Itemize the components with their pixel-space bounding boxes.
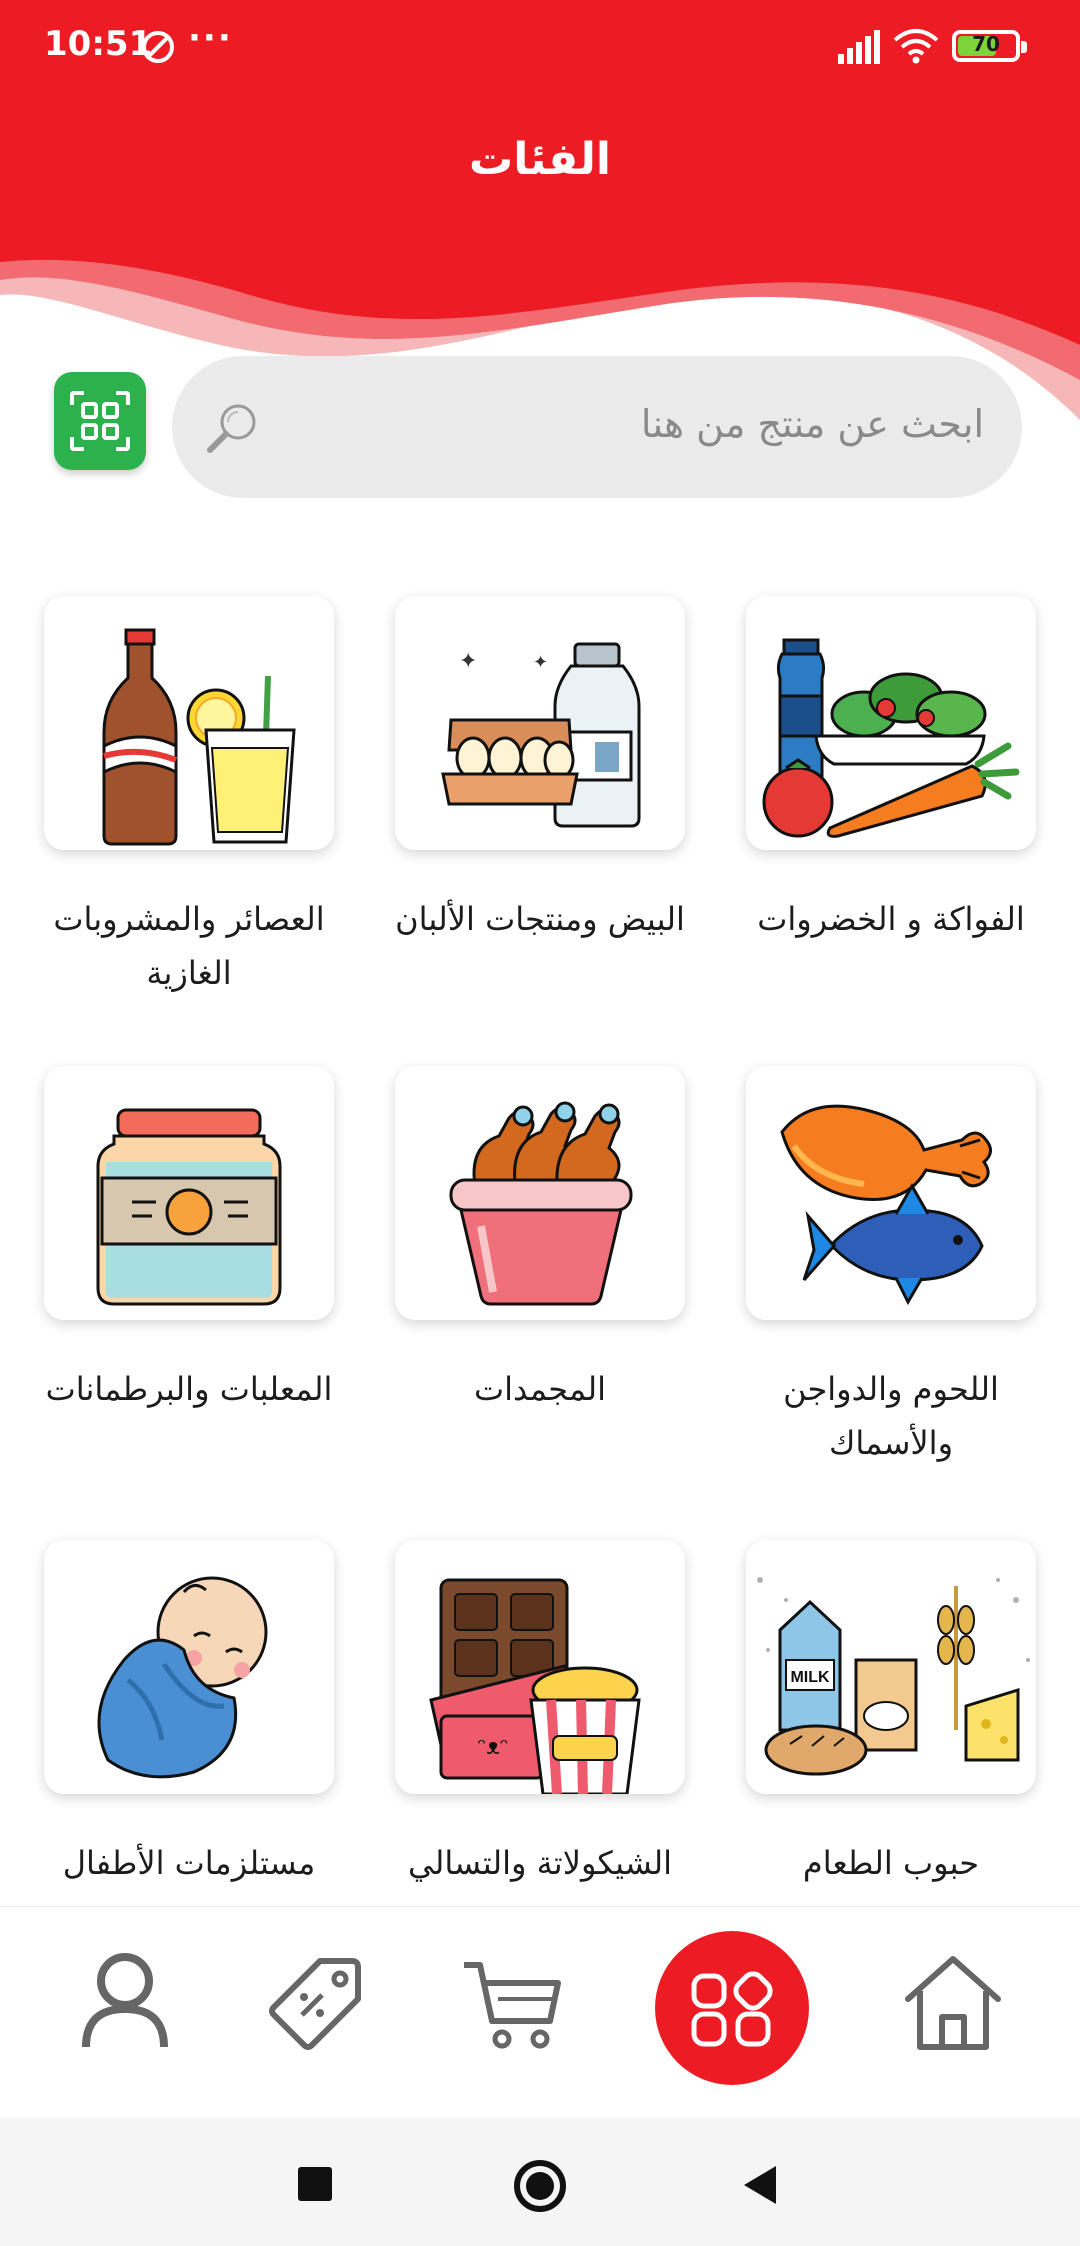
search-placeholder: ابحث عن منتج من هنا: [640, 402, 984, 446]
system-back-button[interactable]: [744, 2166, 776, 2204]
drinks-icon: [102, 628, 296, 846]
status-bar: 10:51 ··· 70: [0, 0, 1080, 90]
search-input[interactable]: ابحث عن منتج من هنا: [172, 356, 1022, 498]
category-meat-poultry-fish[interactable]: اللحوم والدواجن والأسماك: [746, 1066, 1036, 1470]
category-frozen[interactable]: المجمدات: [395, 1066, 685, 1416]
category-card[interactable]: ᵔᴥᵔ: [395, 1540, 685, 1794]
category-chocolate-snacks[interactable]: ᵔᴥᵔ الشيكولاتة والتسالي: [395, 1540, 685, 1890]
category-card[interactable]: [44, 596, 334, 850]
category-card[interactable]: [44, 1540, 334, 1794]
home-icon: [905, 1956, 1001, 2050]
nav-categories[interactable]: [655, 1931, 809, 2085]
category-card[interactable]: MILK: [746, 1540, 1036, 1794]
category-label: مستلزمات الأطفال: [62, 1844, 316, 1882]
svg-text:✦: ✦: [533, 652, 548, 673]
category-juices-drinks[interactable]: العصائر والمشروبات الغازية: [44, 596, 334, 1000]
qr-code-icon: [70, 391, 130, 451]
qr-scan-button[interactable]: [54, 372, 146, 470]
categories-icon: [691, 1971, 773, 2047]
wifi-icon: [893, 29, 939, 64]
nav-offers[interactable]: [262, 1947, 372, 2057]
category-baby-supplies[interactable]: مستلزمات الأطفال: [44, 1540, 334, 1890]
chocolate-snacks-icon: ᵔᴥᵔ: [429, 1578, 641, 1794]
category-label: الشيكولاتة والتسالي: [408, 1844, 672, 1882]
category-canned-jars[interactable]: المعلبات والبرطمانات: [44, 1066, 334, 1416]
battery-icon: 70: [952, 30, 1027, 62]
category-label: البيض ومنتجات الألبان: [395, 900, 685, 938]
user-icon: [82, 1953, 168, 2048]
category-label: الفواكة و الخضروات: [757, 900, 1025, 938]
category-grains[interactable]: MILK حبوب الطعام: [746, 1540, 1036, 1890]
category-label: حبوب الطعام: [802, 1844, 980, 1882]
category-label: المعلبات والبرطمانات: [45, 1370, 333, 1408]
system-home-button[interactable]: [514, 2160, 566, 2212]
category-card[interactable]: [746, 1066, 1036, 1320]
category-label: اللحوم والدواجن والأسماك: [783, 1370, 999, 1462]
category-card[interactable]: [44, 1066, 334, 1320]
signal-icon: [838, 30, 880, 64]
battery-level: 70: [972, 32, 1000, 56]
recent-apps-button[interactable]: [298, 2167, 332, 2201]
vegetables-icon: [762, 638, 1020, 838]
grains-icon: MILK: [757, 1577, 1030, 1776]
svg-text:ᵔᴥᵔ: ᵔᴥᵔ: [477, 1735, 509, 1760]
eggs-milk-icon: ✦ ✦: [441, 642, 641, 828]
discount-tag-icon: [269, 1958, 361, 2050]
bottom-navigation: [0, 1906, 1080, 2118]
nav-home[interactable]: [898, 1947, 1008, 2057]
category-fruits-vegetables[interactable]: الفواكة و الخضروات: [746, 596, 1036, 946]
category-card[interactable]: [395, 1066, 685, 1320]
more-notifications-icon: ···: [188, 18, 233, 58]
page-title: الفئات: [469, 134, 611, 185]
search-icon: [207, 404, 256, 453]
category-card[interactable]: ✦ ✦: [395, 596, 685, 850]
nav-profile[interactable]: [70, 1947, 180, 2057]
cart-icon: [464, 1962, 561, 2049]
status-time: 10:51: [44, 24, 153, 64]
frozen-chicken-icon: [449, 1101, 633, 1306]
category-eggs-dairy[interactable]: ✦ ✦ البيض ومنتجات الألبان: [395, 596, 685, 946]
system-navigation-bar: [0, 2118, 1080, 2246]
category-label: المجمدات: [473, 1370, 607, 1408]
jar-icon: [96, 1108, 282, 1306]
do-not-disturb-icon: [142, 31, 174, 63]
category-label: العصائر والمشروبات الغازية: [53, 900, 325, 992]
baby-icon: [97, 1576, 268, 1779]
svg-text:MILK: MILK: [790, 1669, 830, 1686]
svg-text:✦: ✦: [459, 649, 477, 674]
category-card[interactable]: [746, 596, 1036, 850]
meat-fish-icon: [780, 1104, 992, 1306]
categories-grid: الفواكة و الخضروات ✦ ✦ البيض ومنتجات الأ…: [0, 560, 1080, 1906]
nav-cart[interactable]: [458, 1947, 568, 2057]
